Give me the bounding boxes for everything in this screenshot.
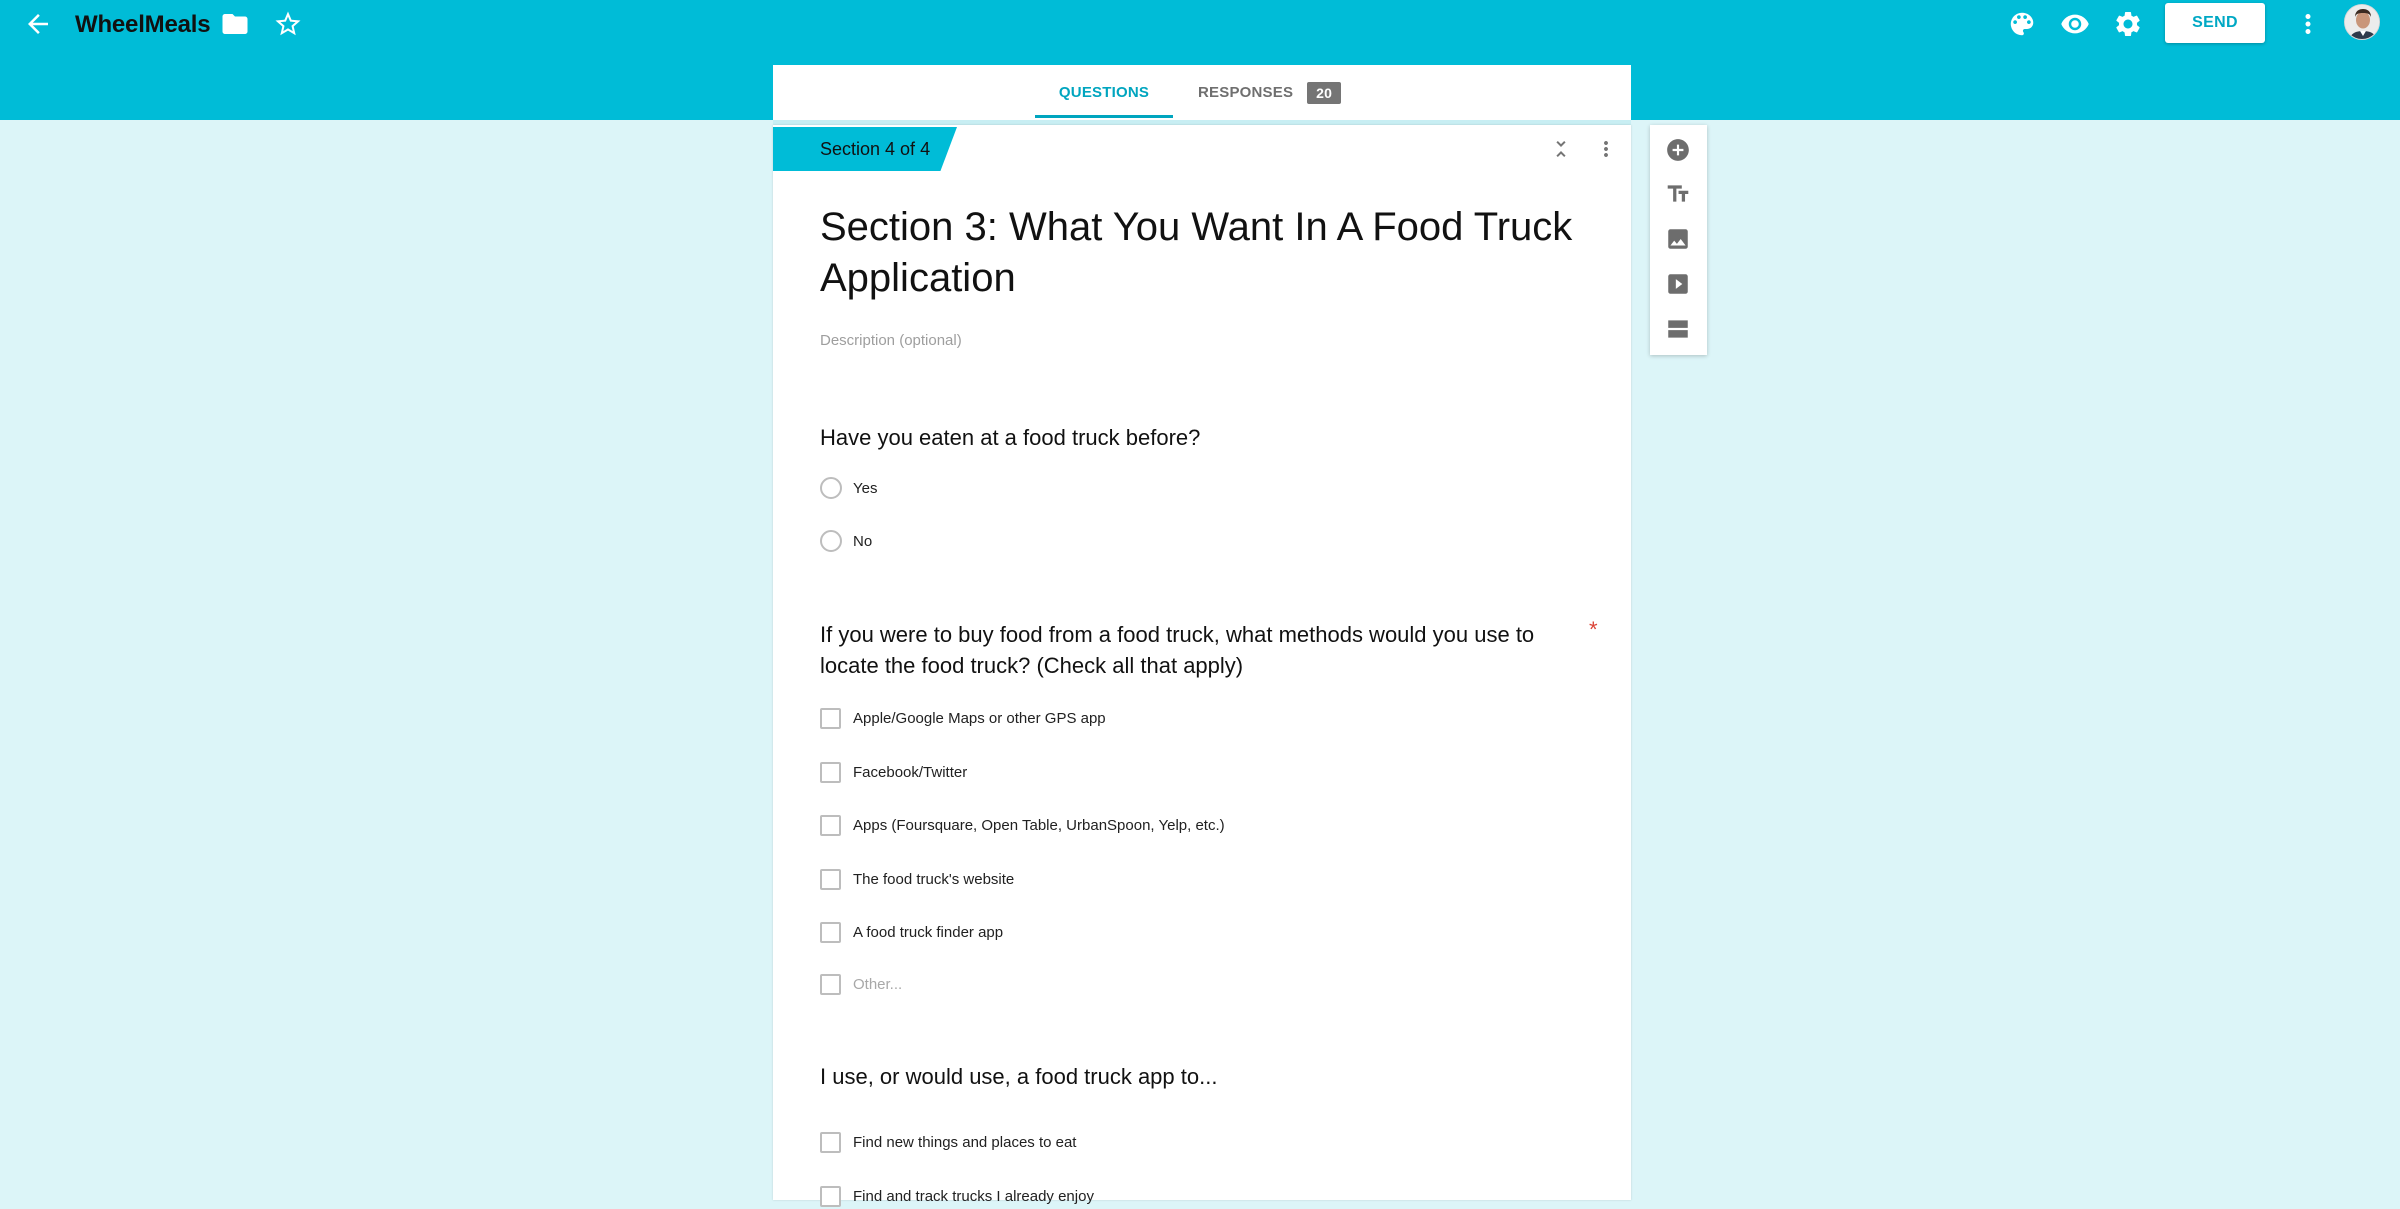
checkbox-option[interactable]: A food truck finder app xyxy=(820,919,1003,945)
required-asterisk: * xyxy=(1589,617,1598,642)
settings-gear-icon[interactable] xyxy=(2106,2,2150,46)
checkbox-option[interactable]: Find new things and places to eat xyxy=(820,1129,1076,1155)
section-badge: Section 4 of 4 xyxy=(773,127,957,171)
responses-count-badge: 20 xyxy=(1307,81,1342,104)
tab-questions[interactable]: QUESTIONS xyxy=(1035,65,1173,120)
section-title[interactable]: Section 3: What You Want In A Food Truck… xyxy=(820,202,1580,304)
checkbox[interactable] xyxy=(820,761,841,783)
more-vert-icon[interactable] xyxy=(2286,2,2330,46)
checkbox[interactable] xyxy=(820,868,841,890)
add-title-text-icon[interactable] xyxy=(1661,177,1695,211)
option-label: Facebook/Twitter xyxy=(853,763,968,781)
option-label: The food truck's website xyxy=(853,870,1015,888)
question-title[interactable]: I use, or would use, a food truck app to… xyxy=(820,1061,1580,1092)
radio-option[interactable]: No xyxy=(820,528,872,554)
question-title[interactable]: If you were to buy food from a food truc… xyxy=(820,619,1580,681)
checkbox-option[interactable]: The food truck's website xyxy=(820,866,1014,892)
add-video-icon[interactable] xyxy=(1661,267,1695,301)
option-label: Yes xyxy=(853,479,878,497)
add-section-icon[interactable] xyxy=(1661,312,1695,346)
tab-responses-label: RESPONSES xyxy=(1198,84,1294,101)
tabs-bar: QUESTIONS RESPONSES 20 xyxy=(773,65,1631,120)
section-description-field[interactable]: Description (optional) xyxy=(820,332,962,349)
form-title[interactable]: WheelMeals xyxy=(75,8,211,42)
section-badge-label: Section 4 of 4 xyxy=(820,138,931,159)
star-outline-icon[interactable] xyxy=(266,2,310,46)
preview-eye-icon[interactable] xyxy=(2053,2,2097,46)
checkbox[interactable] xyxy=(820,921,841,943)
checkbox[interactable] xyxy=(820,707,841,729)
option-label: Apps (Foursquare, Open Table, UrbanSpoon… xyxy=(853,816,1225,834)
checkbox[interactable] xyxy=(820,1185,841,1207)
checkbox-option[interactable]: Find and track trucks I already enjoy xyxy=(820,1183,1094,1209)
checkbox[interactable] xyxy=(820,973,841,995)
option-label: Apple/Google Maps or other GPS app xyxy=(853,709,1106,727)
tab-responses[interactable]: RESPONSES 20 xyxy=(1198,65,1342,120)
add-question-icon[interactable] xyxy=(1661,133,1695,167)
option-label: No xyxy=(853,532,873,550)
send-button[interactable]: SEND xyxy=(2165,3,2265,43)
question-title[interactable]: Have you eaten at a food truck before? xyxy=(820,422,1580,453)
floating-toolbar xyxy=(1650,125,1707,355)
section-card: Section 4 of 4 Section 3: What You Want … xyxy=(773,125,1631,1207)
option-label: A food truck finder app xyxy=(853,923,1004,941)
back-arrow-icon[interactable] xyxy=(16,2,60,46)
checkbox-option[interactable]: Apps (Foursquare, Open Table, UrbanSpoon… xyxy=(820,812,1225,838)
user-avatar[interactable] xyxy=(2344,4,2380,40)
radio-option[interactable]: Yes xyxy=(820,475,877,501)
option-label: Find new things and places to eat xyxy=(853,1133,1077,1151)
checkbox-option[interactable]: Facebook/Twitter xyxy=(820,759,967,785)
tab-questions-label: QUESTIONS xyxy=(1058,84,1150,101)
checkbox-option-other[interactable]: Other... xyxy=(820,971,902,997)
palette-icon[interactable] xyxy=(2000,2,2044,46)
section-menu-icon[interactable] xyxy=(1588,131,1624,167)
other-option-placeholder[interactable]: Other... xyxy=(853,976,902,993)
add-image-icon[interactable] xyxy=(1661,222,1695,256)
checkbox[interactable] xyxy=(820,1131,841,1153)
option-label: Find and track trucks I already enjoy xyxy=(853,1187,1094,1205)
checkbox[interactable] xyxy=(820,814,841,836)
radio-button[interactable] xyxy=(820,477,842,499)
radio-button[interactable] xyxy=(820,530,842,552)
collapse-icon[interactable] xyxy=(1543,131,1579,167)
checkbox-option[interactable]: Apple/Google Maps or other GPS app xyxy=(820,705,1106,731)
folder-icon[interactable] xyxy=(213,2,257,46)
